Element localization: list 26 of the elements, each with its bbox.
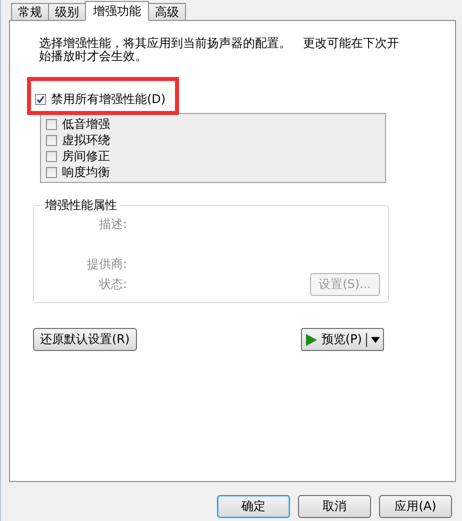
preview-button[interactable]: 预览(P): [301, 328, 384, 351]
play-icon: [305, 334, 318, 346]
checkbox-label[interactable]: 虚拟环绕: [62, 132, 110, 148]
checkbox[interactable]: [46, 134, 57, 146]
tab[interactable]: 增强功能: [85, 1, 149, 21]
field-label: 提供商:: [86, 256, 127, 272]
field-label: 状态:: [98, 276, 127, 292]
intro-text: 选择增强性能，将其应用到当前扬声器的配置。 更改可能在下次开始播放时才会生效。: [39, 37, 399, 63]
checkbox-label[interactable]: 低音增强: [62, 116, 110, 132]
checkbox[interactable]: [46, 150, 57, 162]
checkbox-label[interactable]: 响度均衡: [62, 164, 110, 180]
dialog-button[interactable]: 确定: [217, 495, 290, 518]
field-label: 描述:: [98, 216, 127, 232]
tab[interactable]: 级别: [48, 3, 86, 20]
checkbox[interactable]: [46, 166, 57, 178]
dropdown-arrow-icon[interactable]: [371, 336, 380, 342]
checkbox-label[interactable]: 禁用所有增强性能(D): [51, 90, 166, 108]
dialog-button[interactable]: 取消: [298, 495, 371, 518]
restore-defaults-button[interactable]: 还原默认设置(R): [33, 328, 137, 351]
tab[interactable]: 常规: [11, 3, 49, 20]
dialog-button[interactable]: 应用(A): [379, 495, 452, 518]
checkbox[interactable]: [35, 94, 46, 104]
checkbox[interactable]: [46, 118, 57, 130]
tab[interactable]: 高级: [148, 3, 186, 20]
checkbox-label[interactable]: 房间修正: [62, 148, 110, 164]
group-title: 增强性能属性: [44, 197, 118, 214]
